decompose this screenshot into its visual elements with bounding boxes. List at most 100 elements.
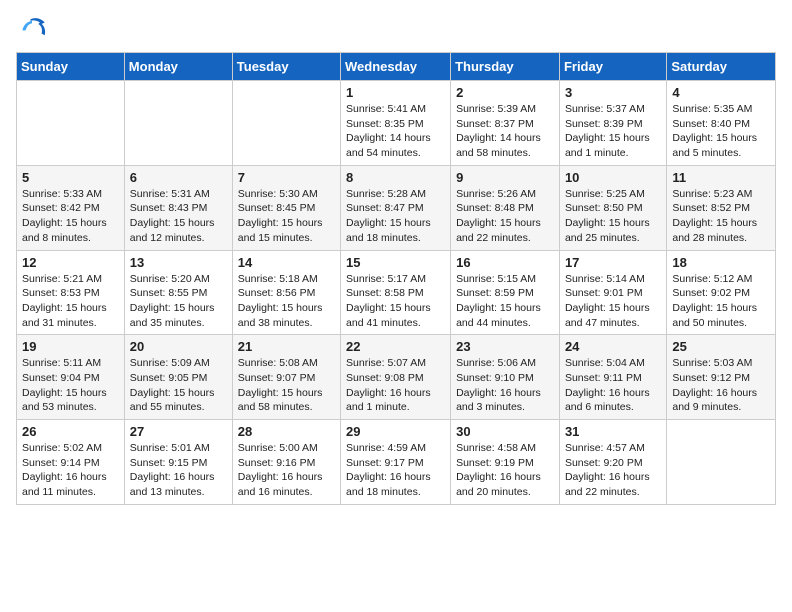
- calendar-cell: 12 Sunrise: 5:21 AM Sunset: 8:53 PM Dayli…: [17, 250, 125, 335]
- day-number: 24: [565, 339, 661, 354]
- day-number: 3: [565, 85, 661, 100]
- calendar-week-row: 19 Sunrise: 5:11 AM Sunset: 9:04 PM Dayli…: [17, 335, 776, 420]
- day-number: 23: [456, 339, 554, 354]
- day-number: 9: [456, 170, 554, 185]
- day-info: Sunrise: 5:20 AM Sunset: 8:55 PM Dayligh…: [130, 272, 227, 331]
- calendar-cell: 25 Sunrise: 5:03 AM Sunset: 9:12 PM Dayli…: [667, 335, 776, 420]
- calendar-cell: 1 Sunrise: 5:41 AM Sunset: 8:35 PM Daylig…: [341, 81, 451, 166]
- calendar-cell: 20Sunrise: 5:09 AM Sunset: 9:05 PM Dayli…: [124, 335, 232, 420]
- day-info: Sunrise: 4:58 AM Sunset: 9:19 PM Dayligh…: [456, 441, 554, 500]
- day-info: Sunrise: 5:15 AM Sunset: 8:59 PM Dayligh…: [456, 272, 554, 331]
- day-info: Sunrise: 5:02 AM Sunset: 9:14 PM Dayligh…: [22, 441, 119, 500]
- day-info: Sunrise: 5:30 AM Sunset: 8:45 PM Dayligh…: [238, 187, 335, 246]
- day-number: 25: [672, 339, 770, 354]
- calendar-cell: 22 Sunrise: 5:07 AM Sunset: 9:08 PM Dayli…: [341, 335, 451, 420]
- day-info: Sunrise: 5:23 AM Sunset: 8:52 PM Dayligh…: [672, 187, 770, 246]
- page-header: [16, 16, 776, 44]
- day-number: 1: [346, 85, 445, 100]
- day-number: 28: [238, 424, 335, 439]
- weekday-header: Sunday: [17, 53, 125, 81]
- day-info: Sunrise: 5:04 AM Sunset: 9:11 PM Dayligh…: [565, 356, 661, 415]
- day-number: 30: [456, 424, 554, 439]
- logo-icon: [16, 16, 48, 44]
- weekday-header: Thursday: [451, 53, 560, 81]
- calendar-cell: [17, 81, 125, 166]
- day-number: 11: [672, 170, 770, 185]
- calendar-cell: 7 Sunrise: 5:30 AM Sunset: 8:45 PM Daylig…: [232, 165, 340, 250]
- calendar-cell: [667, 420, 776, 505]
- day-number: 10: [565, 170, 661, 185]
- weekday-header: Tuesday: [232, 53, 340, 81]
- calendar-cell: 16 Sunrise: 5:15 AM Sunset: 8:59 PM Dayli…: [451, 250, 560, 335]
- day-number: 4: [672, 85, 770, 100]
- day-info: Sunrise: 5:41 AM Sunset: 8:35 PM Dayligh…: [346, 102, 445, 161]
- calendar-cell: 28 Sunrise: 5:00 AM Sunset: 9:16 PM Dayli…: [232, 420, 340, 505]
- day-number: 31: [565, 424, 661, 439]
- day-number: 8: [346, 170, 445, 185]
- day-number: 7: [238, 170, 335, 185]
- day-info: Sunrise: 5:11 AM Sunset: 9:04 PM Dayligh…: [22, 356, 119, 415]
- day-info: Sunrise: 5:03 AM Sunset: 9:12 PM Dayligh…: [672, 356, 770, 415]
- calendar-cell: [232, 81, 340, 166]
- day-number: 18: [672, 255, 770, 270]
- day-number: 20: [130, 339, 227, 354]
- day-number: 14: [238, 255, 335, 270]
- day-info: Sunrise: 5:17 AM Sunset: 8:58 PM Dayligh…: [346, 272, 445, 331]
- calendar-week-row: 1 Sunrise: 5:41 AM Sunset: 8:35 PM Daylig…: [17, 81, 776, 166]
- calendar-cell: 6Sunrise: 5:31 AM Sunset: 8:43 PM Daylig…: [124, 165, 232, 250]
- day-info: Sunrise: 5:06 AM Sunset: 9:10 PM Dayligh…: [456, 356, 554, 415]
- calendar-cell: 15 Sunrise: 5:17 AM Sunset: 8:58 PM Dayli…: [341, 250, 451, 335]
- calendar-cell: 13 Sunrise: 5:20 AM Sunset: 8:55 PM Dayli…: [124, 250, 232, 335]
- calendar-cell: 17 Sunrise: 5:14 AM Sunset: 9:01 PM Dayli…: [559, 250, 666, 335]
- calendar-cell: [124, 81, 232, 166]
- calendar-header-row: SundayMondayTuesdayWednesdayThursdayFrid…: [17, 53, 776, 81]
- weekday-header: Wednesday: [341, 53, 451, 81]
- day-info: Sunrise: 5:39 AM Sunset: 8:37 PM Dayligh…: [456, 102, 554, 161]
- calendar-cell: 19 Sunrise: 5:11 AM Sunset: 9:04 PM Dayli…: [17, 335, 125, 420]
- day-info: Sunrise: 5:28 AM Sunset: 8:47 PM Dayligh…: [346, 187, 445, 246]
- day-info: Sunrise: 5:37 AM Sunset: 8:39 PM Dayligh…: [565, 102, 661, 161]
- weekday-header: Friday: [559, 53, 666, 81]
- day-number: 22: [346, 339, 445, 354]
- calendar-cell: 3 Sunrise: 5:37 AM Sunset: 8:39 PM Daylig…: [559, 81, 666, 166]
- day-number: 12: [22, 255, 119, 270]
- day-info: Sunrise: 4:57 AM Sunset: 9:20 PM Dayligh…: [565, 441, 661, 500]
- day-info: Sunrise: 5:14 AM Sunset: 9:01 PM Dayligh…: [565, 272, 661, 331]
- calendar-cell: 2Sunrise: 5:39 AM Sunset: 8:37 PM Daylig…: [451, 81, 560, 166]
- day-info: Sunrise: 5:01 AM Sunset: 9:15 PM Dayligh…: [130, 441, 227, 500]
- day-info: Sunrise: 5:25 AM Sunset: 8:50 PM Dayligh…: [565, 187, 661, 246]
- day-number: 13: [130, 255, 227, 270]
- calendar-cell: 14Sunrise: 5:18 AM Sunset: 8:56 PM Dayli…: [232, 250, 340, 335]
- day-info: Sunrise: 5:07 AM Sunset: 9:08 PM Dayligh…: [346, 356, 445, 415]
- calendar-cell: 27Sunrise: 5:01 AM Sunset: 9:15 PM Dayli…: [124, 420, 232, 505]
- day-info: Sunrise: 5:33 AM Sunset: 8:42 PM Dayligh…: [22, 187, 119, 246]
- day-number: 26: [22, 424, 119, 439]
- day-info: Sunrise: 5:21 AM Sunset: 8:53 PM Dayligh…: [22, 272, 119, 331]
- day-number: 6: [130, 170, 227, 185]
- day-info: Sunrise: 5:26 AM Sunset: 8:48 PM Dayligh…: [456, 187, 554, 246]
- calendar-cell: 31 Sunrise: 4:57 AM Sunset: 9:20 PM Dayli…: [559, 420, 666, 505]
- calendar-table: SundayMondayTuesdayWednesdayThursdayFrid…: [16, 52, 776, 505]
- calendar-cell: 5Sunrise: 5:33 AM Sunset: 8:42 PM Daylig…: [17, 165, 125, 250]
- day-info: Sunrise: 5:00 AM Sunset: 9:16 PM Dayligh…: [238, 441, 335, 500]
- calendar-week-row: 26 Sunrise: 5:02 AM Sunset: 9:14 PM Dayli…: [17, 420, 776, 505]
- calendar-cell: 26 Sunrise: 5:02 AM Sunset: 9:14 PM Dayli…: [17, 420, 125, 505]
- calendar-week-row: 5Sunrise: 5:33 AM Sunset: 8:42 PM Daylig…: [17, 165, 776, 250]
- logo: [16, 16, 52, 44]
- day-number: 16: [456, 255, 554, 270]
- day-info: Sunrise: 5:08 AM Sunset: 9:07 PM Dayligh…: [238, 356, 335, 415]
- calendar-cell: 11 Sunrise: 5:23 AM Sunset: 8:52 PM Dayli…: [667, 165, 776, 250]
- calendar-cell: 10 Sunrise: 5:25 AM Sunset: 8:50 PM Dayli…: [559, 165, 666, 250]
- day-number: 17: [565, 255, 661, 270]
- day-number: 15: [346, 255, 445, 270]
- calendar-week-row: 12 Sunrise: 5:21 AM Sunset: 8:53 PM Dayli…: [17, 250, 776, 335]
- calendar-cell: 23 Sunrise: 5:06 AM Sunset: 9:10 PM Dayli…: [451, 335, 560, 420]
- calendar-cell: 24 Sunrise: 5:04 AM Sunset: 9:11 PM Dayli…: [559, 335, 666, 420]
- calendar-cell: 18Sunrise: 5:12 AM Sunset: 9:02 PM Dayli…: [667, 250, 776, 335]
- calendar-cell: 30 Sunrise: 4:58 AM Sunset: 9:19 PM Dayli…: [451, 420, 560, 505]
- day-info: Sunrise: 5:35 AM Sunset: 8:40 PM Dayligh…: [672, 102, 770, 161]
- day-number: 19: [22, 339, 119, 354]
- weekday-header: Saturday: [667, 53, 776, 81]
- calendar-cell: 9 Sunrise: 5:26 AM Sunset: 8:48 PM Daylig…: [451, 165, 560, 250]
- day-number: 29: [346, 424, 445, 439]
